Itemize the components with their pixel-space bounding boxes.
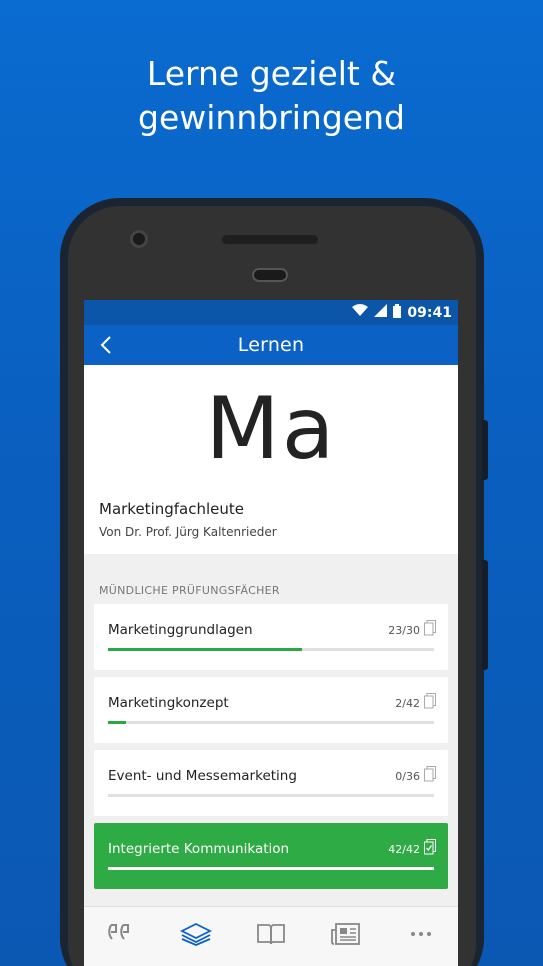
back-button[interactable]	[94, 333, 118, 357]
cards-icon	[424, 766, 436, 782]
subject-count: 2/42	[395, 697, 420, 710]
subject-item[interactable]: Marketingkonzept 2/42	[94, 677, 448, 743]
cards-icon	[424, 620, 436, 636]
tab-more[interactable]	[401, 919, 441, 949]
cards-check-icon	[424, 839, 436, 855]
progress-track	[108, 794, 434, 797]
status-bar: 09:41	[84, 300, 458, 325]
stack-icon	[180, 922, 213, 946]
headline-line-2: gewinnbringend	[138, 98, 405, 137]
progress-fill	[108, 648, 302, 651]
tab-learn[interactable]	[176, 919, 216, 949]
chevron-left-icon	[100, 336, 111, 354]
subject-item-complete[interactable]: Integrierte Kommunikation 42/42	[94, 823, 448, 889]
app-bar: Lernen	[84, 325, 458, 365]
subject-name: Event- und Messemarketing	[108, 768, 297, 784]
signal-icon	[374, 304, 388, 321]
page-title: Lernen	[237, 334, 305, 356]
progress-fill	[108, 721, 127, 724]
course-name: Marketingfachleute	[99, 500, 244, 518]
cards-icon	[424, 693, 436, 709]
headline-line-1: Lerne gezielt &	[146, 54, 397, 93]
course-author: Von Dr. Prof. Jürg Kaltenrieder	[99, 525, 277, 539]
progress-fill	[108, 867, 434, 870]
course-logo: Ma	[84, 379, 458, 479]
bottom-tab-bar	[84, 906, 458, 966]
tab-quotes[interactable]	[101, 919, 141, 949]
progress-track	[108, 648, 434, 651]
app-screen: 09:41 Lernen Ma Marketingfachleute Von D…	[84, 300, 458, 966]
section-header: MÜNDLICHE PRÜFUNGSFÄCHER	[99, 584, 280, 597]
status-time: 09:41	[407, 304, 452, 321]
phone-speaker	[222, 235, 318, 244]
subject-item[interactable]: Marketinggrundlagen 23/30	[94, 604, 448, 670]
phone-volume-button	[482, 420, 488, 480]
wifi-icon	[352, 304, 369, 321]
tab-book[interactable]	[251, 919, 291, 949]
book-icon	[257, 924, 285, 945]
progress-track	[108, 721, 434, 724]
progress-track	[108, 867, 434, 870]
subject-name: Integrierte Kommunikation	[108, 841, 290, 857]
course-header: Ma Marketingfachleute Von Dr. Prof. Jürg…	[84, 365, 458, 554]
course-logo-text: Ma	[205, 379, 337, 479]
battery-icon	[393, 303, 402, 322]
news-icon	[330, 923, 360, 945]
promo-headline: Lerne gezielt & gewinnbringend	[0, 52, 543, 140]
phone-camera	[130, 230, 148, 248]
subject-count: 0/36	[395, 770, 420, 783]
phone-earpiece	[252, 268, 288, 282]
subject-item[interactable]: Event- und Messemarketing 0/36	[94, 750, 448, 816]
tab-news[interactable]	[326, 919, 366, 949]
subject-name: Marketingkonzept	[108, 695, 229, 711]
subject-count: 23/30	[388, 624, 420, 637]
subject-name: Marketinggrundlagen	[108, 622, 253, 638]
quote-icon	[108, 924, 130, 940]
more-icon	[410, 932, 431, 936]
subject-count: 42/42	[388, 843, 420, 856]
phone-power-button	[482, 560, 488, 670]
subject-list: Marketinggrundlagen 23/30 Marketingkonze…	[84, 604, 458, 889]
